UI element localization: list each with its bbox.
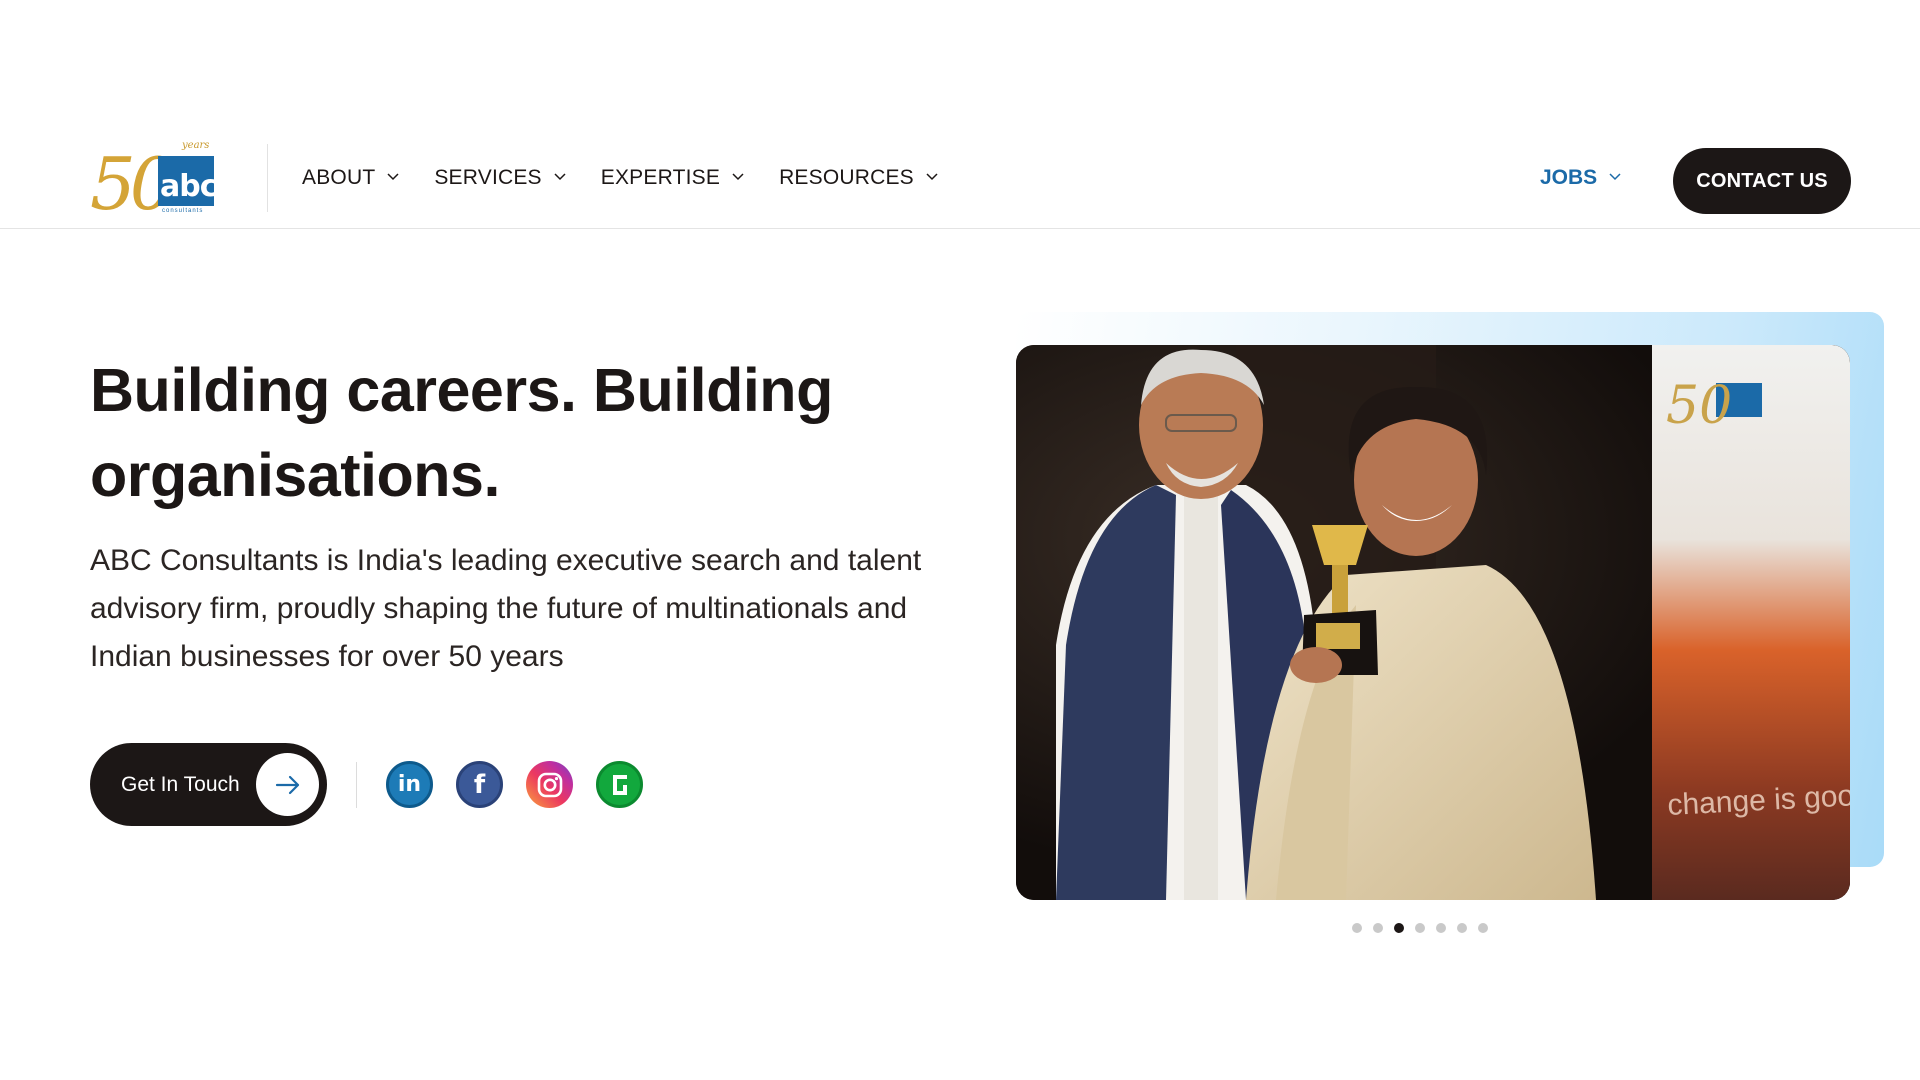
chevron-down-icon: [387, 170, 399, 182]
chevron-down-icon: [732, 170, 744, 182]
hero-description: ABC Consultants is India's leading execu…: [90, 544, 922, 673]
nav-item-label: ABOUT: [302, 166, 376, 189]
carousel-dot-active[interactable]: [1394, 923, 1404, 933]
linkedin-icon[interactable]: in: [386, 761, 433, 808]
svg-text:50: 50: [1666, 376, 1732, 436]
carousel-dot[interactable]: [1352, 923, 1362, 933]
header-divider: [267, 144, 268, 212]
nav-item-label: EXPERTISE: [600, 166, 721, 189]
carousel-dots: [1352, 923, 1499, 933]
nav-item-expertise[interactable]: EXPERTISE: [601, 166, 744, 190]
nav-item-about[interactable]: ABOUT: [302, 166, 399, 190]
site-header: 50 years abc consultants ABOUT SERVICES …: [0, 128, 1920, 229]
hero-title: Building careers. Building organisations…: [90, 356, 833, 509]
glassdoor-icon[interactable]: [596, 761, 643, 808]
main-nav: ABOUT SERVICES EXPERTISE RESOURCES: [302, 128, 973, 228]
hero-carousel-image: 50 change is good: [1016, 345, 1850, 900]
nav-item-label: SERVICES: [434, 166, 542, 189]
carousel-dot[interactable]: [1373, 923, 1383, 933]
social-divider: [356, 762, 357, 808]
chevron-down-icon: [554, 170, 566, 182]
logo-years-text: years: [182, 140, 210, 151]
abc-50-years-logo[interactable]: 50 years abc consultants: [90, 140, 226, 220]
logo-subtitle: consultants: [162, 208, 204, 214]
facebook-glyph: f: [473, 769, 486, 800]
get-in-touch-label: Get In Touch: [121, 773, 240, 796]
nav-item-services[interactable]: SERVICES: [434, 166, 566, 190]
logo-name: abc: [160, 169, 218, 204]
carousel-dot[interactable]: [1478, 923, 1488, 933]
carousel-dot[interactable]: [1436, 923, 1446, 933]
nav-item-label: RESOURCES: [779, 166, 914, 189]
instagram-icon[interactable]: [526, 761, 573, 808]
get-in-touch-button[interactable]: Get In Touch: [90, 743, 327, 826]
linkedin-glyph: in: [397, 772, 422, 797]
facebook-icon[interactable]: f: [456, 761, 503, 808]
chevron-down-icon: [1609, 170, 1621, 182]
chevron-down-icon: [926, 170, 938, 182]
carousel-dot[interactable]: [1415, 923, 1425, 933]
carousel-dot[interactable]: [1457, 923, 1467, 933]
arrow-right-icon: [256, 753, 319, 816]
nav-item-resources[interactable]: RESOURCES: [779, 166, 938, 190]
contact-us-button[interactable]: CONTACT US: [1673, 148, 1851, 214]
jobs-menu[interactable]: JOBS: [1540, 128, 1621, 228]
jobs-label: JOBS: [1540, 166, 1598, 189]
